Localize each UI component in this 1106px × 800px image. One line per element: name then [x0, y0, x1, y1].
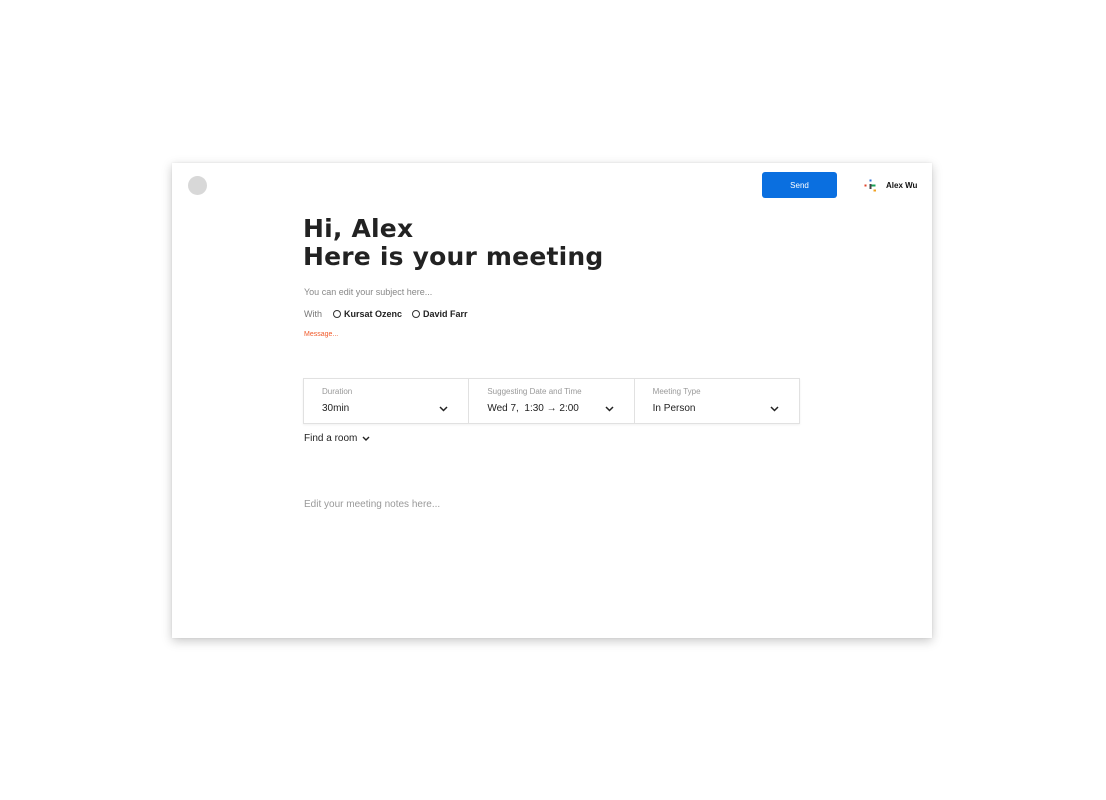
meeting-type-select[interactable]: Meeting Type In Person — [635, 379, 799, 423]
duration-label: Duration — [322, 387, 353, 396]
meeting-options: Duration 30min Suggesting Date and Time … — [303, 378, 800, 424]
datetime-value: Wed 7, 1:30 → 2:00 — [487, 403, 579, 414]
subject-field[interactable]: You can edit your subject here... — [303, 287, 803, 297]
duration-select[interactable]: Duration 30min — [304, 379, 470, 423]
attendee-name: David Farr — [423, 309, 468, 319]
chevron-down-icon — [770, 406, 779, 412]
attendees-row: With Kursat Ozenc David Farr — [303, 309, 803, 319]
send-button[interactable]: Send — [762, 172, 837, 198]
meeting-card: Send Alex Wu Hi, Alex Here is your meeti… — [172, 163, 932, 638]
with-label: With — [304, 309, 322, 319]
meeting-notes-field[interactable]: Edit your meeting notes here... — [304, 499, 440, 510]
chevron-down-icon — [605, 406, 614, 412]
datetime-select[interactable]: Suggesting Date and Time Wed 7, 1:30 → 2… — [469, 379, 635, 423]
attendee-name: Kursat Ozenc — [344, 309, 403, 319]
greeting-title: Hi, Alex — [303, 214, 414, 243]
greeting-subtitle: Here is your meeting — [303, 242, 604, 271]
datetime-label: Suggesting Date and Time — [487, 387, 582, 396]
app-logo-icon — [864, 179, 876, 191]
chevron-down-icon — [439, 406, 448, 412]
attendee-status-icon — [412, 310, 421, 318]
user-menu[interactable]: Alex Wu — [864, 178, 917, 192]
attendee-chip[interactable]: Kursat Ozenc — [333, 309, 402, 319]
duration-value: 30min — [322, 403, 350, 414]
user-name: Alex Wu — [886, 180, 918, 190]
chevron-down-icon — [362, 436, 370, 441]
attendee-chip[interactable]: David Farr — [412, 309, 468, 319]
message-field[interactable]: Message... — [303, 331, 803, 338]
meeting-type-value: In Person — [652, 403, 696, 414]
attendee-status-icon — [333, 310, 341, 318]
find-room-label: Find a room — [304, 433, 358, 444]
close-button[interactable] — [188, 176, 207, 195]
meeting-type-label: Meeting Type — [652, 387, 701, 396]
meeting-content: Hi, Alex Here is your meeting You can ed… — [303, 214, 803, 339]
find-room-dropdown[interactable]: Find a room — [304, 433, 370, 444]
